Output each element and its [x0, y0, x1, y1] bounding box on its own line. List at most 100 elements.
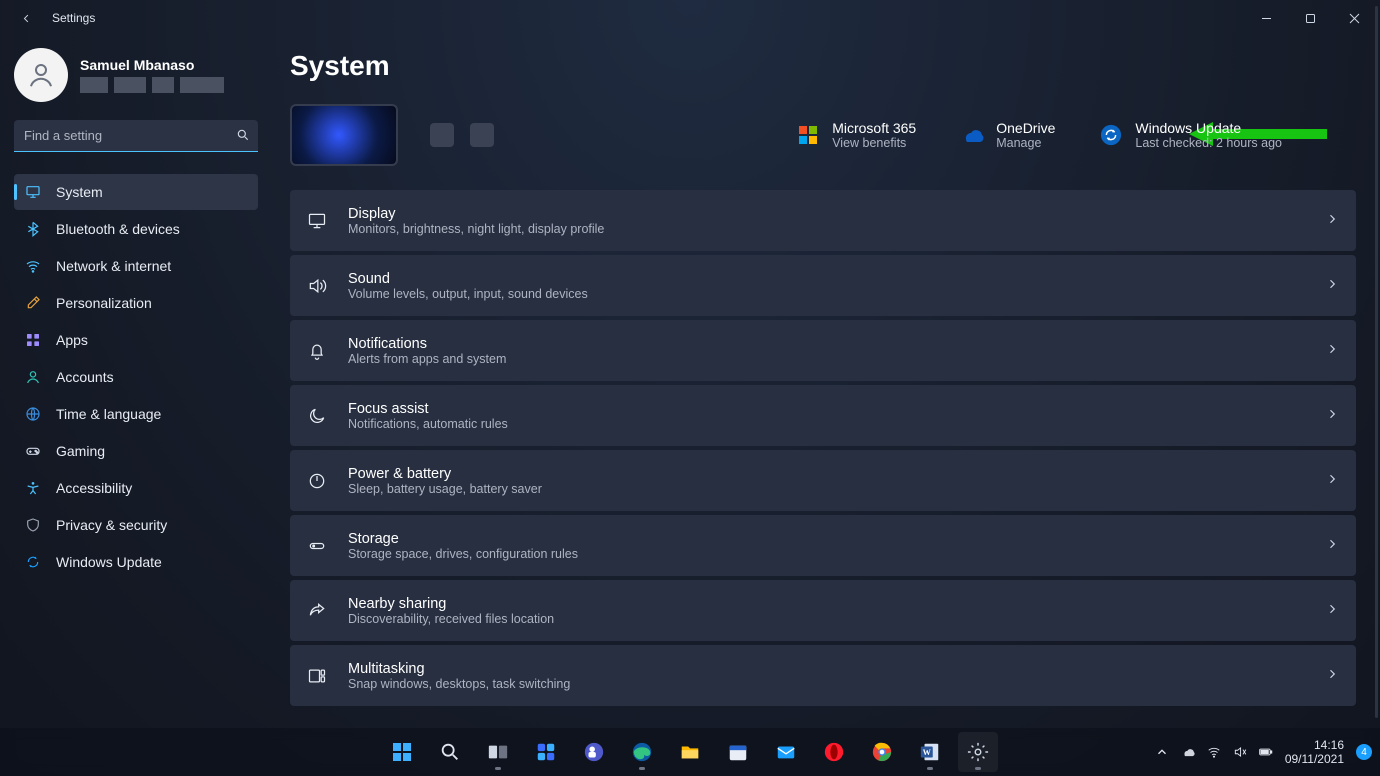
- winupdate-sub: Last checked: 2 hours ago: [1135, 136, 1282, 150]
- tile-microsoft365[interactable]: Microsoft 365View benefits: [796, 120, 916, 150]
- taskbar-taskview-icon[interactable]: [478, 732, 518, 772]
- maximize-button[interactable]: [1288, 4, 1332, 32]
- sidebar-item-windows-update[interactable]: Windows Update: [14, 544, 258, 580]
- accessibility-icon: [24, 479, 42, 497]
- svg-text:W: W: [923, 748, 932, 757]
- chevron-right-icon: [1326, 537, 1338, 555]
- onedrive-icon: [960, 123, 984, 147]
- windows-update-icon: [1099, 123, 1123, 147]
- setting-subtitle: Snap windows, desktops, task switching: [348, 677, 570, 691]
- setting-subtitle: Storage space, drives, configuration rul…: [348, 547, 578, 561]
- ms365-sub: View benefits: [832, 136, 916, 150]
- sidebar-item-gaming[interactable]: Gaming: [14, 433, 258, 469]
- tray-volume-icon[interactable]: [1233, 745, 1247, 759]
- avatar: [14, 48, 68, 102]
- setting-storage[interactable]: StorageStorage space, drives, configurat…: [290, 515, 1356, 576]
- profile[interactable]: Samuel Mbanaso: [14, 48, 258, 102]
- setting-title: Notifications: [348, 336, 506, 352]
- taskbar-word-icon[interactable]: W: [910, 732, 950, 772]
- search-input[interactable]: [14, 120, 258, 152]
- onedrive-sub: Manage: [996, 136, 1055, 150]
- sidebar-item-bluetooth-devices[interactable]: Bluetooth & devices: [14, 211, 258, 247]
- setting-focus-assist[interactable]: Focus assistNotifications, automatic rul…: [290, 385, 1356, 446]
- winupdate-title: Windows Update: [1135, 120, 1282, 136]
- ms365-icon: [796, 123, 820, 147]
- taskbar-mail-icon[interactable]: [766, 732, 806, 772]
- tray-wifi-icon[interactable]: [1207, 745, 1221, 759]
- sidebar-item-accessibility[interactable]: Accessibility: [14, 470, 258, 506]
- tray-battery-icon[interactable]: [1259, 745, 1273, 759]
- account-name: Samuel Mbanaso: [80, 57, 224, 73]
- sidebar-item-accounts[interactable]: Accounts: [14, 359, 258, 395]
- search-icon: [236, 128, 250, 147]
- tile-windows-update[interactable]: Windows UpdateLast checked: 2 hours ago: [1099, 120, 1282, 150]
- taskbar-search-icon[interactable]: [430, 732, 470, 772]
- taskbar-widgets-icon[interactable]: [526, 732, 566, 772]
- display-icon: [304, 211, 330, 231]
- device-status-button[interactable]: [470, 123, 494, 147]
- clock-time: 14:16: [1285, 738, 1344, 752]
- globe-clock-icon: [24, 405, 42, 423]
- paintbrush-icon: [24, 294, 42, 312]
- chevron-right-icon: [1326, 342, 1338, 360]
- taskbar-calendar-icon[interactable]: [718, 732, 758, 772]
- sidebar-item-system[interactable]: System: [14, 174, 258, 210]
- setting-display[interactable]: DisplayMonitors, brightness, night light…: [290, 190, 1356, 251]
- chevron-right-icon: [1326, 667, 1338, 685]
- chevron-right-icon: [1326, 407, 1338, 425]
- tray-onedrive-icon[interactable]: [1181, 745, 1195, 759]
- close-button[interactable]: [1332, 4, 1376, 32]
- setting-subtitle: Monitors, brightness, night light, displ…: [348, 222, 604, 236]
- moon-icon: [304, 406, 330, 426]
- sidebar-item-label: Time & language: [56, 406, 161, 422]
- desktop-preview[interactable]: [290, 104, 398, 166]
- setting-title: Nearby sharing: [348, 596, 554, 612]
- scrollbar[interactable]: [1375, 6, 1378, 718]
- sidebar-item-privacy-security[interactable]: Privacy & security: [14, 507, 258, 543]
- tile-onedrive[interactable]: OneDriveManage: [960, 120, 1055, 150]
- sidebar-item-label: System: [56, 184, 103, 200]
- setting-nearby-sharing[interactable]: Nearby sharingDiscoverability, received …: [290, 580, 1356, 641]
- page-title: System: [290, 50, 1356, 82]
- sidebar-item-personalization[interactable]: Personalization: [14, 285, 258, 321]
- taskbar: W 14:16 09/11/2021 4: [0, 728, 1380, 776]
- setting-notifications[interactable]: NotificationsAlerts from apps and system: [290, 320, 1356, 381]
- power-icon: [304, 471, 330, 491]
- taskbar-edge-icon[interactable]: [622, 732, 662, 772]
- rename-pc-button[interactable]: [430, 123, 454, 147]
- sidebar-item-label: Windows Update: [56, 554, 162, 570]
- sidebar-item-label: Accessibility: [56, 480, 132, 496]
- taskbar-teams-icon[interactable]: [574, 732, 614, 772]
- setting-multitasking[interactable]: MultitaskingSnap windows, desktops, task…: [290, 645, 1356, 706]
- setting-title: Power & battery: [348, 466, 542, 482]
- clock-date: 09/11/2021: [1285, 752, 1344, 766]
- window-title: Settings: [52, 11, 95, 25]
- apps-icon: [24, 331, 42, 349]
- taskbar-file-explorer-icon[interactable]: [670, 732, 710, 772]
- sidebar-item-network-internet[interactable]: Network & internet: [14, 248, 258, 284]
- taskbar-opera-icon[interactable]: [814, 732, 854, 772]
- taskbar-settings-icon[interactable]: [958, 732, 998, 772]
- storage-icon: [304, 536, 330, 556]
- sync-icon: [24, 553, 42, 571]
- minimize-button[interactable]: [1244, 4, 1288, 32]
- sidebar-item-apps[interactable]: Apps: [14, 322, 258, 358]
- setting-title: Storage: [348, 531, 578, 547]
- search-box[interactable]: [14, 120, 258, 152]
- back-button[interactable]: [4, 4, 48, 32]
- sidebar-item-label: Network & internet: [56, 258, 171, 274]
- taskbar-start-icon[interactable]: [382, 732, 422, 772]
- taskbar-chrome-icon[interactable]: [862, 732, 902, 772]
- setting-power-battery[interactable]: Power & batterySleep, battery usage, bat…: [290, 450, 1356, 511]
- sidebar-item-time-language[interactable]: Time & language: [14, 396, 258, 432]
- shield-icon: [24, 516, 42, 534]
- onedrive-title: OneDrive: [996, 120, 1055, 136]
- ms365-title: Microsoft 365: [832, 120, 916, 136]
- setting-sound[interactable]: SoundVolume levels, output, input, sound…: [290, 255, 1356, 316]
- setting-subtitle: Alerts from apps and system: [348, 352, 506, 366]
- clock[interactable]: 14:16 09/11/2021: [1285, 738, 1344, 766]
- sidebar-item-label: Apps: [56, 332, 88, 348]
- tray-chevron[interactable]: [1155, 745, 1169, 759]
- multitask-icon: [304, 666, 330, 686]
- notification-count[interactable]: 4: [1356, 744, 1372, 760]
